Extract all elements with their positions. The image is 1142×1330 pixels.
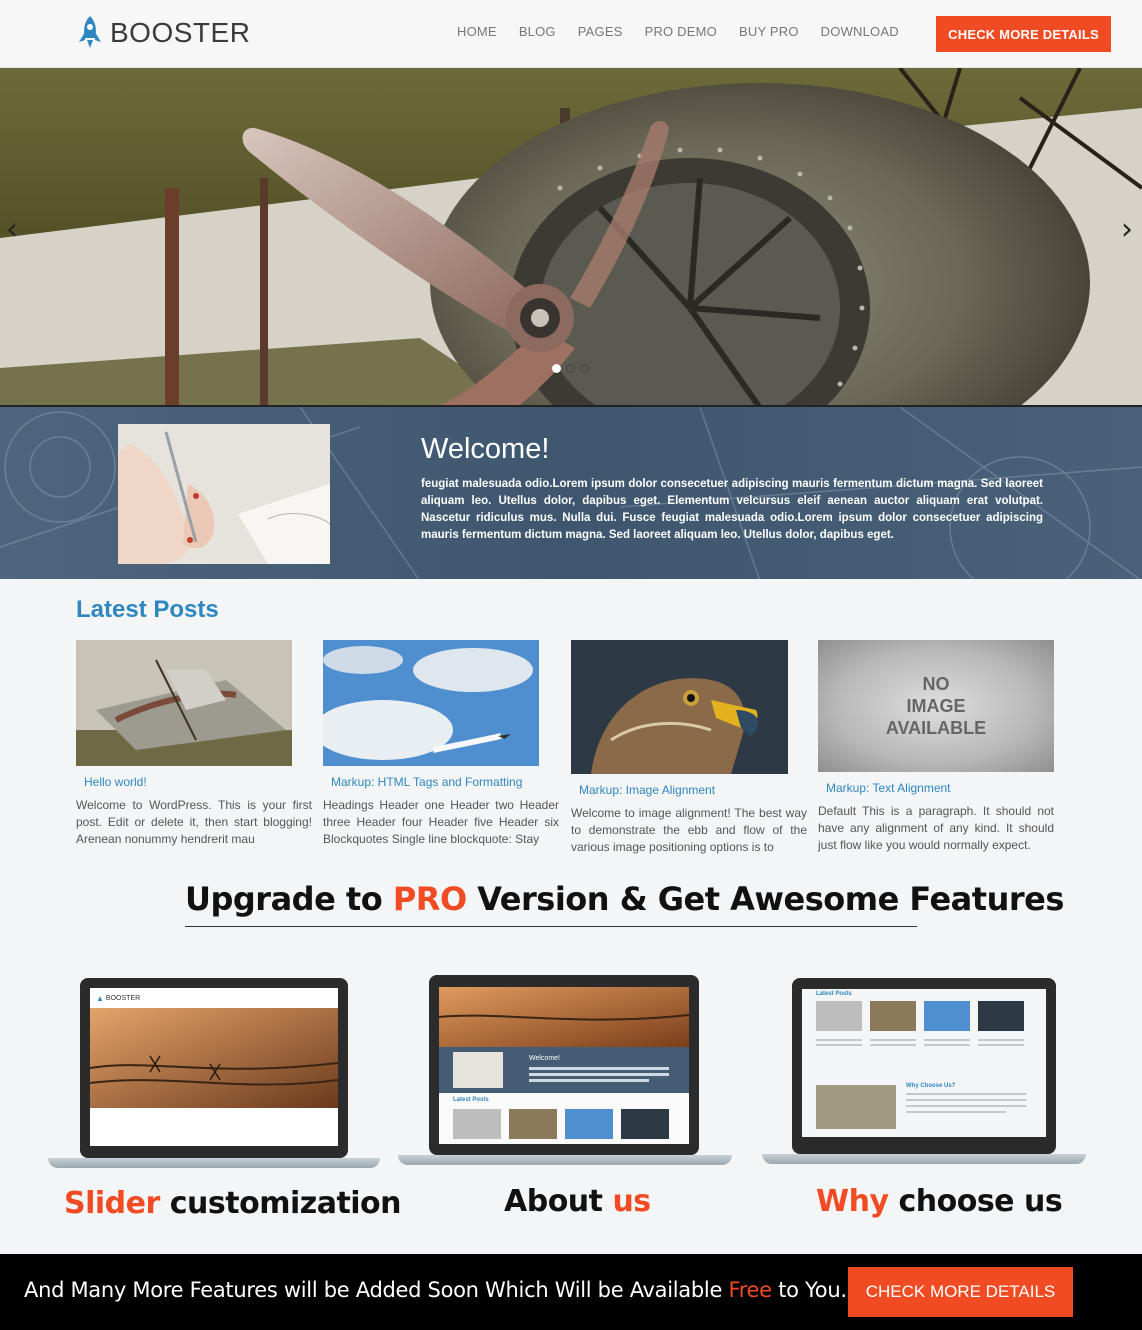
mini-latest-title: Latest Posts	[453, 1097, 489, 1103]
logo-text: BOOSTER	[110, 17, 251, 48]
post-title[interactable]: Markup: HTML Tags and Formatting	[323, 775, 559, 789]
feature-why-caption: Why choose us	[816, 1184, 1063, 1219]
post-excerpt: Welcome to image alignment! The best way…	[571, 806, 807, 854]
hero-slider: ‹ ›	[0, 68, 1142, 405]
mini-why-title: Why Choose Us?	[906, 1083, 956, 1089]
welcome-section: Welcome! feugiat malesuada odio.Lorem ip…	[0, 405, 1142, 579]
slider-next-icon[interactable]: ›	[1121, 212, 1133, 247]
mini-logo-text: BOOSTER	[105, 994, 141, 1002]
feature-text: About	[504, 1184, 613, 1219]
no-image-line: AVAILABLE	[885, 718, 987, 738]
post-card[interactable]: Hello world! Welcome to WordPress. This …	[76, 640, 312, 848]
site-logo[interactable]: BOOSTER	[76, 14, 250, 52]
nav-download[interactable]: DOWNLOAD	[810, 24, 910, 39]
mini-latest-title: Latest Posts	[816, 991, 852, 997]
slider-dot[interactable]	[580, 364, 589, 373]
main-nav: HOME BLOG PAGES PRO DEMO BUY PRO DOWNLOA…	[446, 24, 910, 39]
no-image-line: NO	[922, 674, 950, 694]
welcome-image	[118, 424, 330, 564]
welcome-text: feugiat malesuada odio.Lorem ipsum dolor…	[421, 478, 1043, 541]
slide-image	[0, 68, 1142, 405]
mini-welcome-title: Welcome!	[529, 1055, 560, 1062]
heading-underline	[185, 926, 917, 927]
rocket-icon	[79, 16, 101, 48]
slider-pagination	[552, 364, 589, 373]
laptop-mockup-slider: ▲ BOOSTER	[48, 978, 380, 1170]
latest-posts-list: Hello world! Welcome to WordPress. This …	[0, 640, 1142, 855]
laptop-mockup-about: Welcome! Latest Posts	[398, 975, 732, 1167]
promo-text-post: to You.	[771, 1278, 847, 1302]
site-header: BOOSTER HOME BLOG PAGES PRO DEMO BUY PRO…	[0, 0, 1142, 68]
feature-text: choose us	[888, 1184, 1063, 1219]
post-title[interactable]: Markup: Image Alignment	[571, 783, 807, 797]
laptop-screen-content: ▲ BOOSTER	[90, 988, 338, 1146]
post-title[interactable]: Markup: Text Alignment	[818, 781, 1054, 795]
latest-posts-heading: Latest Posts	[76, 596, 219, 623]
post-card[interactable]: Markup: Image Alignment Welcome to image…	[571, 640, 807, 855]
upgrade-heading-pre: Upgrade to	[185, 880, 393, 918]
post-title[interactable]: Hello world!	[76, 775, 312, 789]
feature-slider-caption: Slider customization	[64, 1186, 402, 1221]
post-thumbnail[interactable]	[323, 640, 539, 766]
post-thumbnail[interactable]	[76, 640, 292, 766]
feature-highlight: Slider	[64, 1186, 160, 1221]
promo-footer: And Many More Features will be Added Soo…	[0, 1254, 1142, 1330]
mini-logo: ▲ BOOSTER	[96, 993, 141, 1003]
post-card[interactable]: Markup: HTML Tags and Formatting Heading…	[323, 640, 559, 848]
no-image-placeholder[interactable]: NO IMAGE AVAILABLE	[818, 640, 1054, 772]
laptop-screen-content: Latest Posts Why Choose Us?	[802, 989, 1046, 1145]
slider-prev-icon[interactable]: ‹	[6, 212, 18, 247]
promo-text-free: Free	[728, 1278, 772, 1302]
upgrade-heading: Upgrade to PRO Version & Get Awesome Fea…	[185, 880, 1064, 918]
post-excerpt: Default This is a paragraph. It should n…	[818, 804, 1054, 852]
laptop-mockup-why: Latest Posts Why Choose Us?	[762, 978, 1086, 1166]
upgrade-heading-post: Version & Get Awesome Features	[466, 880, 1064, 918]
upgrade-heading-pro: PRO	[392, 880, 467, 918]
post-excerpt: Welcome to WordPress. This is your first…	[76, 798, 312, 846]
laptop-base	[762, 1154, 1086, 1164]
mini-slide-image	[90, 1008, 338, 1108]
check-details-button-bottom[interactable]: CHECK MORE DETAILS	[848, 1267, 1073, 1317]
post-thumbnail[interactable]	[571, 640, 788, 774]
slider-dot[interactable]	[552, 364, 561, 373]
no-image-line: IMAGE	[906, 696, 966, 716]
feature-text: customization	[159, 1186, 402, 1221]
nav-blog[interactable]: BLOG	[508, 24, 567, 39]
welcome-title: Welcome!	[421, 433, 550, 465]
laptop-base	[398, 1155, 732, 1165]
post-excerpt: Headings Header one Header two Header th…	[323, 798, 559, 846]
promo-text: And Many More Features will be Added Soo…	[24, 1278, 847, 1302]
laptop-base	[48, 1158, 380, 1168]
slider-dot[interactable]	[566, 364, 575, 373]
nav-buy-pro[interactable]: BUY PRO	[728, 24, 810, 39]
nav-pages[interactable]: PAGES	[567, 24, 634, 39]
promo-text-pre: And Many More Features will be Added Soo…	[24, 1278, 729, 1302]
nav-home[interactable]: HOME	[446, 24, 508, 39]
feature-highlight: us	[612, 1184, 651, 1219]
post-card[interactable]: NO IMAGE AVAILABLE Markup: Text Alignmen…	[818, 640, 1054, 854]
feature-highlight: Why	[816, 1184, 889, 1219]
laptop-screen-content: Welcome! Latest Posts	[439, 987, 689, 1144]
nav-pro-demo[interactable]: PRO DEMO	[634, 24, 728, 39]
feature-about-caption: About us	[504, 1184, 651, 1219]
check-details-button[interactable]: CHECK MORE DETAILS	[936, 16, 1111, 52]
